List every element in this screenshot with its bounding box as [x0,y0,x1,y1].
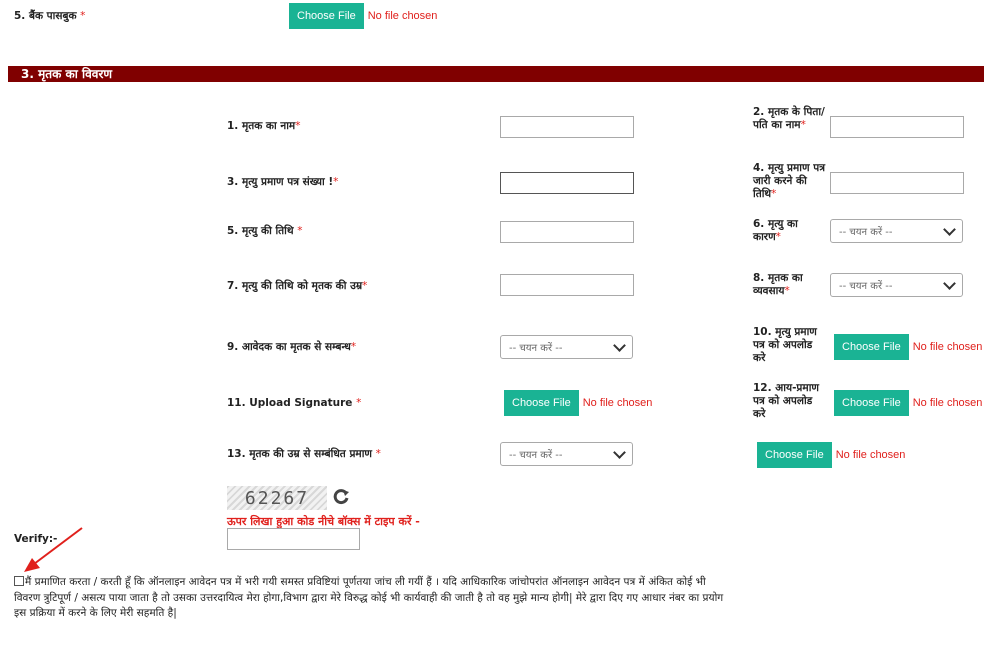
chevron-down-icon [943,276,956,290]
relation-selected: -- चयन करें -- [509,343,563,354]
death-date-label-text: 5. मृत्यु की तिथि [227,225,294,237]
required-mark: * [297,225,303,237]
age-at-death-input[interactable] [500,274,634,296]
deceased-name-label: 1. मृतक का नाम* [227,120,300,133]
relation-select[interactable]: -- चयन करें -- [500,335,633,359]
relation-label-text: 9. आवेदक का मृतक से सम्बन्ध [227,341,351,353]
income-certificate-upload-label: 12. आय-प्रमाण पत्र को अपलोड करे [753,382,825,421]
certificate-issue-date-label-text: 4. मृत्यु प्रमाण पत्र जारी करने की तिथि [753,162,825,200]
father-husband-name-label-text: 2. मृतक के पिता/पति का नाम [753,106,825,131]
age-proof-file-input[interactable]: Choose File No file chosen [757,442,905,468]
required-mark: * [350,341,357,353]
file-status: No file chosen [367,10,438,22]
death-certificate-file-input[interactable]: Choose File No file chosen [834,334,982,360]
relation-label: 9. आवेदक का मृतक से सम्बन्ध* [227,341,356,354]
death-date-label: 5. मृत्यु की तिथि * [227,225,303,238]
deceased-occupation-label-text: 8. मृतक का व्यवसाय [753,272,803,297]
captcha-code: 62267 [244,487,310,509]
declaration-text: मैं प्रमाणित करता / करती हूँ कि ऑनलाइन आ… [14,576,724,619]
bank-passbook-label-text: 5. बैंक पासबुक [14,10,77,22]
age-at-death-label: 7. मृत्यु की तिथि को मृतक की उम्र* [227,280,367,293]
signature-file-input[interactable]: Choose File No file chosen [504,390,652,416]
upload-signature-label: 11. Upload Signature * [227,397,361,410]
income-certificate-file-input[interactable]: Choose File No file chosen [834,390,982,416]
declaration: मैं प्रमाणित करता / करती हूँ कि ऑनलाइन आ… [14,575,734,622]
captcha-input[interactable] [227,528,360,550]
annotation-arrow-icon [24,527,83,572]
required-mark: * [771,188,777,200]
choose-file-button[interactable]: Choose File [834,390,909,416]
required-mark: * [80,10,86,22]
deceased-name-label-text: 1. मृतक का नाम [227,120,296,132]
required-mark: * [375,448,381,460]
required-mark: * [784,285,790,297]
choose-file-button[interactable]: Choose File [834,334,909,360]
certificate-issue-date-input[interactable] [830,172,964,194]
section-header: 3. मृतक का विवरण [8,66,984,82]
death-date-input[interactable] [500,221,634,243]
declaration-checkbox[interactable] [14,576,24,586]
required-mark: * [362,280,368,292]
death-cause-select[interactable]: -- चयन करें -- [830,219,963,243]
refresh-icon[interactable] [332,488,350,506]
choose-file-button[interactable]: Choose File [757,442,832,468]
required-mark: * [333,176,339,188]
deceased-occupation-label: 8. मृतक का व्यवसाय* [753,272,825,298]
required-mark: * [800,119,806,131]
choose-file-button[interactable]: Choose File [289,3,364,29]
death-cause-label: 6. मृत्यु का कारण* [753,218,825,244]
age-proof-selected: -- चयन करें -- [509,450,563,461]
certificate-issue-date-label: 4. मृत्यु प्रमाण पत्र जारी करने की तिथि* [753,162,825,201]
death-cause-selected: -- चयन करें -- [839,227,893,238]
file-status: No file chosen [835,449,906,461]
captcha-instruction: ऊपर लिखा हुआ कोड नीचे बॉक्स में टाइप करे… [227,515,420,528]
age-at-death-label-text: 7. मृत्यु की तिथि को मृतक की उम्र [227,280,363,292]
income-certificate-upload-label-text: 12. आय-प्रमाण पत्र को अपलोड करे [753,382,819,420]
deceased-name-input[interactable] [500,116,634,138]
file-status: No file chosen [912,341,983,353]
chevron-down-icon [613,445,626,459]
chevron-down-icon [943,222,956,236]
deceased-occupation-selected: -- चयन करें -- [839,281,893,292]
section-title: 3. मृतक का विवरण [21,67,113,81]
upload-signature-label-text: 11. Upload Signature [227,397,353,409]
chevron-down-icon [613,338,626,352]
father-husband-name-label: 2. मृतक के पिता/पति का नाम* [753,106,825,132]
captcha-image: 62267 [227,486,327,510]
death-certificate-upload-label: 10. मृत्यु प्रमाण पत्र को अपलोड करे [753,326,825,365]
death-certificate-number-label: 3. मृत्यु प्रमाण पत्र संख्या !* [227,176,338,189]
required-mark: * [775,231,781,243]
file-status: No file chosen [582,397,653,409]
required-mark: * [295,120,301,132]
death-certificate-number-label-text: 3. मृत्यु प्रमाण पत्र संख्या ! [227,176,334,188]
deceased-occupation-select[interactable]: -- चयन करें -- [830,273,963,297]
age-proof-label-text: 13. मृतक की उम्र से सम्बंधित प्रमाण [227,448,373,460]
age-proof-select[interactable]: -- चयन करें -- [500,442,633,466]
father-husband-name-input[interactable] [830,116,964,138]
death-certificate-upload-label-text: 10. मृत्यु प्रमाण पत्र को अपलोड करे [753,326,817,364]
file-status: No file chosen [912,397,983,409]
age-proof-label: 13. मृतक की उम्र से सम्बंधित प्रमाण * [227,448,381,461]
required-mark: * [356,397,362,409]
death-certificate-number-input[interactable] [500,172,634,194]
bank-passbook-file-input[interactable]: Choose File No file chosen [289,3,437,29]
bank-passbook-label: 5. बैंक पासबुक * [14,10,85,23]
choose-file-button[interactable]: Choose File [504,390,579,416]
